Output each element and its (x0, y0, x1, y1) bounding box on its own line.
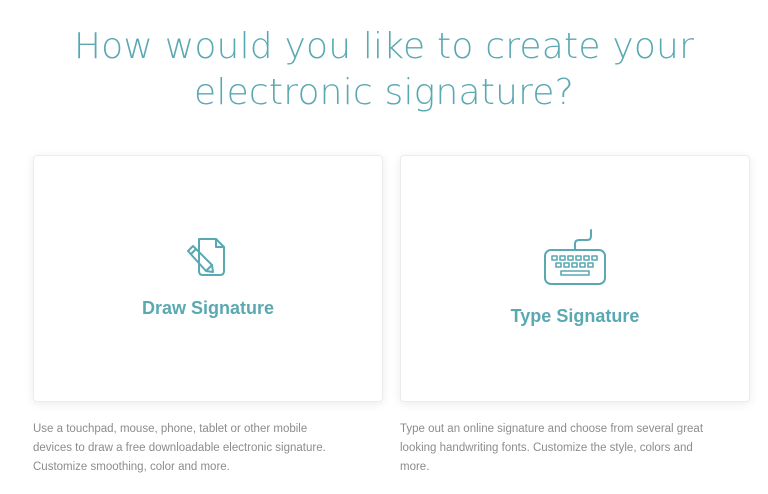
type-description-line: more. (400, 461, 430, 473)
type-signature-description: Type out an online signature and choose … (400, 420, 750, 477)
draw-description-line: devices to draw a free downloadable elec… (33, 442, 326, 454)
type-description-line: looking handwriting fonts. Customize the… (400, 442, 693, 454)
type-signature-title: Type Signature (510, 306, 640, 326)
draw-signature-title: Draw Signature (141, 298, 275, 318)
draw-signature-card[interactable]: Draw Signature (33, 155, 383, 402)
draw-description-line: Customize smoothing, color and more. (33, 461, 230, 473)
type-description-line: Type out an online signature and choose … (400, 423, 704, 435)
page-heading: How would you like to create your electr… (0, 24, 768, 116)
pencil-document-icon (185, 236, 231, 285)
draw-signature-description: Use a touchpad, mouse, phone, tablet or … (33, 420, 378, 477)
page-heading-line-2: electronic signature? (194, 72, 574, 114)
type-signature-card[interactable]: Type Signature (400, 155, 750, 402)
page-heading-line-1: How would you like to create your (73, 26, 695, 68)
keyboard-icon (543, 228, 607, 291)
draw-description-line: Use a touchpad, mouse, phone, tablet or … (33, 423, 308, 435)
